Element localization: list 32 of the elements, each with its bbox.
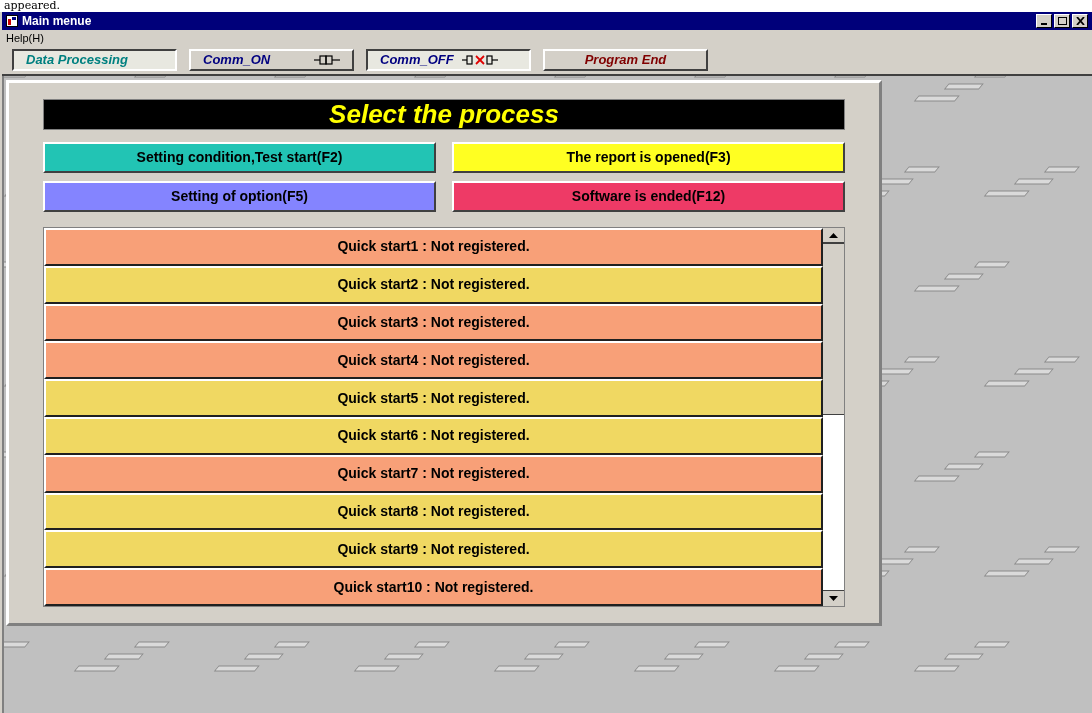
quick-start-button[interactable]: Quick start7 : Not registered. [44,454,823,493]
action-button[interactable]: Software is ended(F12) [452,181,845,212]
quick-start-button[interactable]: Quick start10 : Not registered. [44,568,823,606]
toolbar-button[interactable]: Program End [543,49,708,71]
connected-plug-icon [314,54,340,66]
quick-start-button[interactable]: Quick start9 : Not registered. [44,530,823,569]
window-title: Main menue [22,13,92,30]
quick-start-button[interactable]: Quick start8 : Not registered. [44,492,823,531]
menu-item[interactable]: Help(H) [6,29,44,47]
window-icon [6,15,18,27]
panel-heading: Select the process [43,99,845,130]
maximize-button[interactable] [1054,14,1070,28]
quick-start-button[interactable]: Quick start6 : Not registered. [44,417,823,455]
caption-text: appeared. [3,0,61,12]
disconnected-plug-icon [461,54,498,66]
quick-start-button[interactable]: Quick start4 : Not registered. [44,341,823,380]
up-arrow-icon [829,232,838,238]
minimize-button[interactable] [1036,14,1052,28]
close-button[interactable] [1072,14,1088,28]
down-arrow-icon [829,596,838,601]
quick-start-button[interactable]: Quick start5 : Not registered. [44,379,823,417]
quick-start-button[interactable]: Quick start1 : Not registered. [44,228,823,266]
toolbar-button[interactable]: Comm_OFF [366,49,531,71]
maximize-icon [1057,17,1067,25]
quick-start-button[interactable]: Quick start3 : Not registered. [44,303,823,342]
action-button[interactable]: Setting condition,Test start(F2) [43,142,436,173]
action-button[interactable]: Setting of option(F5) [43,181,436,212]
quick-start-button[interactable]: Quick start2 : Not registered. [44,265,823,304]
action-button[interactable]: The report is opened(F3) [452,142,845,173]
toolbar-button[interactable]: Data Processing [12,49,177,71]
close-icon [1075,17,1085,25]
toolbar-button[interactable]: Comm_ON [189,49,354,71]
